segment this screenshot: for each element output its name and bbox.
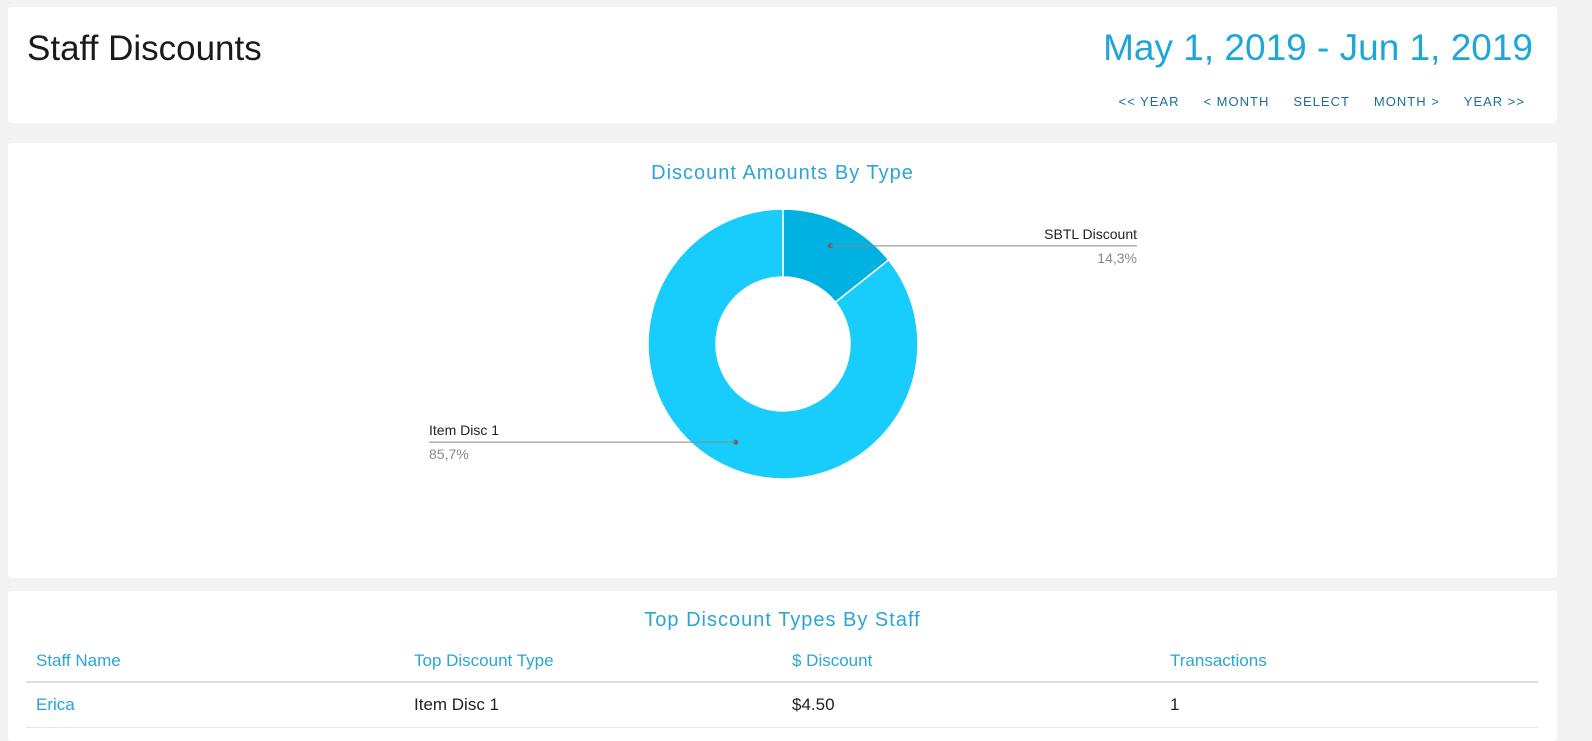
discount-amount-cell: $4.50 <box>782 682 1160 728</box>
column-header-top-discount-type[interactable]: Top Discount Type <box>404 645 782 683</box>
table-card: Top Discount Types By Staff Staff Name T… <box>8 591 1557 741</box>
slice-label-item-disc-1: Item Disc 1 <box>429 422 499 438</box>
table-row: Erica Item Disc 1 $4.50 1 <box>26 682 1538 728</box>
slice-percent-item-disc-1: 85,7% <box>429 446 469 462</box>
prev-month-link[interactable]: < MONTH <box>1203 94 1269 109</box>
date-range[interactable]: May 1, 2019 - Jun 1, 2019 <box>1103 27 1533 69</box>
column-header-transactions[interactable]: Transactions <box>1160 645 1538 683</box>
column-header-staff-name[interactable]: Staff Name <box>26 645 404 683</box>
discount-type-cell: Item Disc 1 <box>404 682 782 728</box>
next-month-link[interactable]: MONTH > <box>1374 94 1440 109</box>
column-header-discount[interactable]: $ Discount <box>782 645 1160 683</box>
transactions-cell: 1 <box>1160 682 1538 728</box>
prev-year-link[interactable]: << YEAR <box>1119 94 1180 109</box>
donut-chart: SBTL Discount 14,3% Item Disc 1 85,7% <box>429 208 1137 480</box>
next-year-link[interactable]: YEAR >> <box>1464 94 1525 109</box>
select-date-link[interactable]: SELECT <box>1293 94 1350 109</box>
staff-name-cell[interactable]: Erica <box>26 682 404 728</box>
date-navigation: << YEAR < MONTH SELECT MONTH > YEAR >> <box>1119 94 1526 109</box>
slice-percent-sbtl-discount: 14,3% <box>1097 250 1137 266</box>
chart-card: Discount Amounts By Type SBTL Discount 14… <box>8 143 1557 578</box>
staff-discount-table: Staff Name Top Discount Type $ Discount … <box>26 645 1538 728</box>
slice-label-sbtl-discount: SBTL Discount <box>1044 226 1137 242</box>
table-header-row: Staff Name Top Discount Type $ Discount … <box>26 645 1538 683</box>
table-title: Top Discount Types By Staff <box>644 609 921 631</box>
header-card: Staff Discounts May 1, 2019 - Jun 1, 201… <box>8 7 1557 123</box>
page-title: Staff Discounts <box>27 29 262 68</box>
